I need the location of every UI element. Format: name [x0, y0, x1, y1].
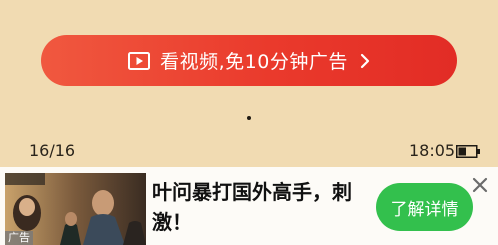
learn-more-button[interactable]: 了解详情 — [376, 183, 473, 231]
ad-headline[interactable]: 叶问暴打国外高手，刺激！ — [152, 177, 362, 237]
play-video-icon — [128, 51, 151, 70]
watch-video-remove-ads-button[interactable]: 看视频,免10分钟广告 — [41, 35, 457, 86]
clock: 18:05 — [409, 141, 456, 160]
page-counter: 16/16 — [29, 141, 76, 160]
watch-video-label: 看视频,免10分钟广告 — [160, 51, 348, 73]
battery-icon — [456, 143, 481, 158]
close-icon[interactable] — [471, 176, 489, 194]
chevron-right-icon — [360, 53, 370, 69]
page-indicator-dot — [247, 116, 251, 120]
ad-label: 广告 — [5, 231, 33, 245]
ad-thumbnail[interactable]: 广告 — [5, 173, 146, 245]
